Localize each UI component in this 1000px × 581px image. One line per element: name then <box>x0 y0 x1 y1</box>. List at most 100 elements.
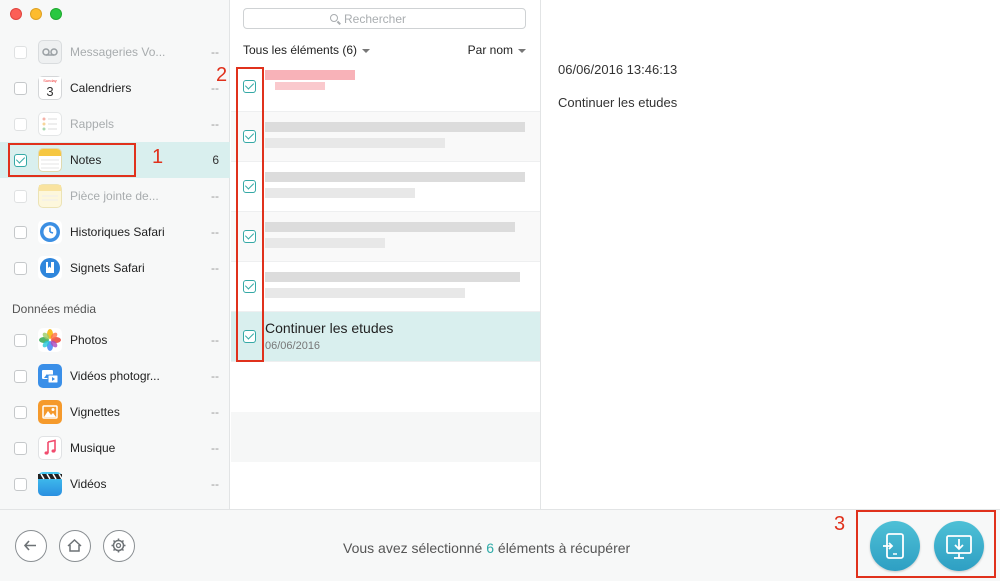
sidebar-item-count: -- <box>211 225 219 239</box>
section-header-media: Données média <box>12 302 97 316</box>
sidebar-item-thumbnails[interactable]: Vignettes -- <box>0 394 230 430</box>
sidebar-item-label: Vidéos <box>70 477 107 491</box>
status-count: 6 <box>486 540 495 556</box>
close-window-button[interactable] <box>10 8 22 20</box>
sort-dropdown[interactable]: Par nom <box>468 43 526 57</box>
safari-history-icon <box>38 220 62 244</box>
sidebar-item-videos[interactable]: Vidéos -- <box>0 466 230 502</box>
sidebar-item-count: -- <box>211 333 219 347</box>
checkbox[interactable] <box>14 369 27 383</box>
checkbox[interactable] <box>14 333 27 347</box>
sidebar-item-count: -- <box>211 45 219 59</box>
safari-bookmarks-icon <box>38 256 62 280</box>
notes-list-panel: Rechercher Tous les éléments (6) Par nom <box>231 0 541 509</box>
note-datetime: 06/06/2016 13:46:13 <box>558 62 678 77</box>
calendar-icon: Sunday 3 <box>38 76 62 100</box>
list-item[interactable] <box>231 162 540 212</box>
sidebar-item-music[interactable]: Musique -- <box>0 430 230 466</box>
settings-button[interactable] <box>103 530 135 562</box>
gear-icon <box>111 538 126 553</box>
note-detail-panel: 06/06/2016 13:46:13 Continuer les etudes <box>542 0 1000 509</box>
annotation-number-2: 2 <box>216 64 228 86</box>
sidebar-item-label: Signets Safari <box>70 261 145 275</box>
sidebar-item-reminders[interactable]: Rappels -- <box>0 106 230 142</box>
home-button[interactable] <box>59 530 91 562</box>
redacted-text <box>265 172 525 182</box>
list-item[interactable] <box>231 212 540 262</box>
filter-dropdown[interactable]: Tous les éléments (6) <box>243 43 371 57</box>
checkbox[interactable] <box>14 441 27 455</box>
sidebar-item-count: -- <box>211 405 219 419</box>
svg-text:Sunday: Sunday <box>43 78 57 83</box>
chevron-down-icon <box>362 48 371 53</box>
note-date: 06/06/2016 <box>265 340 321 352</box>
search-icon <box>330 14 338 22</box>
checkbox[interactable] <box>14 117 27 131</box>
photo-videos-icon <box>38 364 62 388</box>
sort-label: Par nom <box>467 43 513 57</box>
bottom-bar: Vous avez sélectionné 6 éléments à récup… <box>0 509 1000 581</box>
zoom-window-button[interactable] <box>50 8 62 20</box>
annotation-number-1: 1 <box>152 146 164 168</box>
checkbox[interactable] <box>14 225 27 239</box>
sidebar-item-label: Vignettes <box>70 405 120 419</box>
sidebar: Messageries Vo... -- Sunday 3 Calendriers… <box>0 0 230 509</box>
redacted-text <box>265 288 465 298</box>
minimize-window-button[interactable] <box>30 8 42 20</box>
checkbox[interactable] <box>14 477 27 491</box>
checkbox[interactable] <box>14 81 27 95</box>
list-item-selected[interactable]: Continuer les etudes 06/06/2016 <box>231 312 540 362</box>
sidebar-item-safari-history[interactable]: Historiques Safari -- <box>0 214 230 250</box>
sidebar-item-calendars[interactable]: Sunday 3 Calendriers -- <box>0 70 230 106</box>
sidebar-item-note-attachments[interactable]: Pièce jointe de... -- <box>0 178 230 214</box>
sidebar-item-count: -- <box>211 261 219 275</box>
chevron-down-icon <box>518 48 526 53</box>
status-suffix: éléments à récupérer <box>494 540 631 556</box>
sidebar-item-safari-bookmarks[interactable]: Signets Safari -- <box>0 250 230 286</box>
app-window: Messageries Vo... -- Sunday 3 Calendriers… <box>0 0 1000 581</box>
sidebar-item-label: Pièce jointe de... <box>70 189 159 203</box>
note-title: Continuer les etudes <box>265 320 394 336</box>
empty-row <box>231 412 540 462</box>
checkbox[interactable] <box>14 45 27 59</box>
redacted-text <box>265 188 415 198</box>
sidebar-item-voicemail[interactable]: Messageries Vo... -- <box>0 34 230 70</box>
list-item[interactable] <box>231 62 540 112</box>
sidebar-item-photo-videos[interactable]: Vidéos photogr... -- <box>0 358 230 394</box>
sidebar-item-count: -- <box>211 189 219 203</box>
annotation-box-3 <box>856 510 996 578</box>
redacted-text <box>265 70 355 80</box>
redacted-text <box>265 138 445 148</box>
thumbnails-icon <box>38 400 62 424</box>
list-item[interactable] <box>231 262 540 312</box>
attachment-icon <box>38 184 62 208</box>
home-icon <box>67 538 82 552</box>
redacted-text <box>265 222 515 232</box>
sidebar-item-label: Vidéos photogr... <box>70 369 160 383</box>
sidebar-item-label: Musique <box>70 441 116 455</box>
svg-text:3: 3 <box>46 84 53 99</box>
sidebar-item-label: Rappels <box>70 117 115 131</box>
note-body: Continuer les etudes <box>558 95 678 110</box>
filter-label: Tous les éléments (6) <box>243 43 358 57</box>
redacted-text <box>265 122 525 132</box>
sidebar-item-count: -- <box>211 441 219 455</box>
sidebar-item-label: Photos <box>70 333 108 347</box>
annotation-number-3: 3 <box>834 513 846 535</box>
annotation-box-2 <box>236 67 264 362</box>
checkbox[interactable] <box>14 189 27 203</box>
list-item[interactable] <box>231 112 540 162</box>
video-clapper-icon <box>38 472 63 496</box>
sidebar-item-count: -- <box>211 369 219 383</box>
status-prefix: Vous avez sélectionné <box>343 540 487 556</box>
reminders-icon <box>38 112 62 136</box>
sidebar-item-photos[interactable]: Photos -- <box>0 322 230 358</box>
checkbox[interactable] <box>14 261 27 275</box>
back-button[interactable] <box>15 530 47 562</box>
sidebar-item-count: -- <box>211 477 219 491</box>
checkbox[interactable] <box>14 405 27 419</box>
music-note-icon <box>38 436 62 460</box>
sidebar-item-count: 6 <box>212 153 219 167</box>
sidebar-item-label: Messageries Vo... <box>70 45 166 59</box>
search-input[interactable]: Rechercher <box>243 8 526 29</box>
